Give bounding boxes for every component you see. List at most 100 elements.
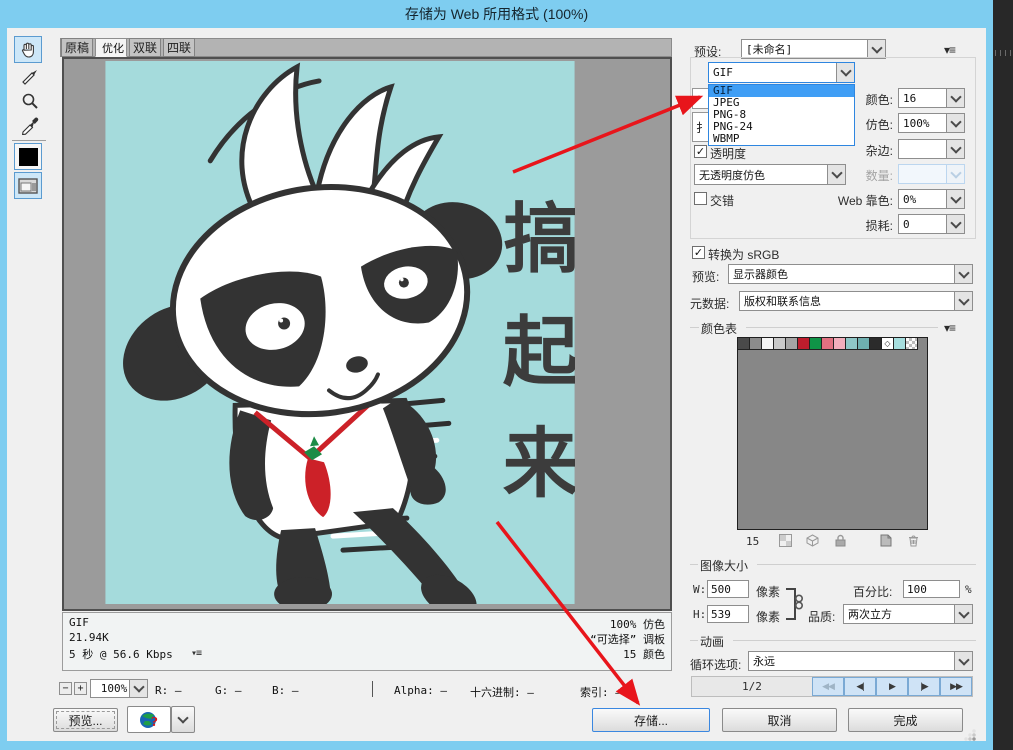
hand-icon <box>19 41 37 59</box>
convert-srgb-checkbox[interactable] <box>692 246 705 259</box>
resize-grip[interactable] <box>960 728 978 742</box>
tab-2up[interactable]: 双联 <box>129 38 161 57</box>
first-frame-button[interactable]: ◀◀ <box>812 677 844 696</box>
slice-select-tool-button[interactable] <box>16 63 44 90</box>
save-button[interactable]: 存储... <box>592 708 710 732</box>
web-shift-icon[interactable] <box>806 534 820 547</box>
color-table-menu-icon[interactable]: ▾≡ <box>944 321 955 335</box>
width-unit: 像素 <box>756 583 780 600</box>
quality-label: 品质: <box>808 608 835 625</box>
chain-link-icon[interactable] <box>794 594 804 610</box>
matte-select[interactable] <box>898 139 965 159</box>
toggle-slices-visibility-button[interactable] <box>14 172 42 199</box>
chevron-down-icon <box>827 165 845 184</box>
color-swatch[interactable] <box>822 338 834 350</box>
last-frame-button[interactable]: ▶▶ <box>940 677 972 696</box>
zoom-out-button[interactable]: − <box>59 682 72 695</box>
current-color-black <box>19 148 38 166</box>
percent-input[interactable] <box>903 580 960 598</box>
previous-frame-button[interactable]: ◀| <box>844 677 876 696</box>
status-dither: 100% 仿色 <box>610 616 665 632</box>
color-swatch[interactable] <box>858 338 870 350</box>
preset-menu-icon[interactable]: ▾≡ <box>944 43 955 57</box>
color-swatch[interactable] <box>750 338 762 350</box>
color-swatch[interactable] <box>834 338 846 350</box>
preview-mode-select[interactable]: 显示器颜色 <box>728 264 973 284</box>
transparency-checkbox[interactable] <box>694 145 707 158</box>
quality-select[interactable]: 两次立方 <box>843 604 973 624</box>
delete-color-icon[interactable] <box>907 534 921 547</box>
height-label: H: <box>693 608 706 621</box>
chevron-down-icon <box>954 292 972 310</box>
dither-select[interactable]: 100% <box>898 113 965 133</box>
readout-alpha: Alpha: — <box>394 684 447 697</box>
color-swatch[interactable] <box>810 338 822 350</box>
interlaced-label: 交错 <box>710 192 734 209</box>
web-snap-label: Web 靠色: <box>820 192 893 209</box>
chevron-down-icon <box>946 89 964 107</box>
browser-select-button[interactable]: ? <box>127 706 171 733</box>
tab-original[interactable]: 原稿 <box>61 38 93 57</box>
section-line <box>746 327 938 328</box>
color-swatch[interactable] <box>738 338 750 350</box>
eyedropper-tool-button[interactable] <box>16 111 44 138</box>
color-swatch[interactable] <box>846 338 858 350</box>
chevron-down-icon <box>954 265 972 283</box>
metadata-select[interactable]: 版权和联系信息 <box>739 291 973 311</box>
color-swatch[interactable] <box>798 338 810 350</box>
lossy-label: 损耗: <box>820 217 893 234</box>
readout-hex: 十六进制: — <box>470 684 534 700</box>
slice-select-icon <box>20 67 40 87</box>
caption-char-1: 搞 <box>504 198 575 283</box>
color-swatch[interactable] <box>774 338 786 350</box>
cancel-button[interactable]: 取消 <box>722 708 837 732</box>
color-swatch[interactable]: ◇ <box>882 338 894 350</box>
hand-tool-button[interactable] <box>14 36 42 63</box>
zoom-level-select[interactable]: 100% <box>90 679 148 698</box>
done-button[interactable]: 完成 <box>848 708 963 732</box>
next-frame-button[interactable]: |▶ <box>908 677 940 696</box>
format-option-wbmp[interactable]: WBMP <box>709 133 854 145</box>
transparency-label: 透明度 <box>710 145 746 162</box>
color-swatch[interactable] <box>762 338 774 350</box>
zoom-tool-button[interactable] <box>16 87 44 114</box>
chevron-down-icon <box>129 680 147 697</box>
color-swatch[interactable] <box>894 338 906 350</box>
tab-4up[interactable]: 四联 <box>163 38 195 57</box>
obscured-control-fragment <box>692 88 709 109</box>
loop-options-select[interactable]: 永远 <box>748 651 973 671</box>
width-label: W: <box>693 583 706 596</box>
play-button[interactable]: ▶ <box>876 677 908 696</box>
height-input[interactable] <box>707 605 749 623</box>
readout-g: G: — <box>215 684 242 697</box>
lossy-select[interactable]: 0 <box>898 214 965 234</box>
title-bar[interactable]: 存储为 Web 所用格式 (100%) <box>0 0 993 28</box>
preset-select[interactable]: [未命名] <box>741 39 886 59</box>
color-swatch[interactable] <box>906 338 918 350</box>
color-table[interactable]: ◇ <box>737 337 928 530</box>
preview-in-browser-button[interactable]: 预览... <box>53 708 118 732</box>
color-swatch[interactable] <box>870 338 882 350</box>
color-swatch[interactable] <box>786 338 798 350</box>
status-menu-icon[interactable]: ▾≡ <box>191 648 201 659</box>
format-select[interactable]: GIF <box>708 62 855 83</box>
browser-select-chevron[interactable] <box>171 706 195 733</box>
metadata-label: 元数据: <box>690 295 729 312</box>
svg-text:?: ? <box>151 715 158 730</box>
snap-transparency-icon[interactable] <box>779 534 793 547</box>
width-input[interactable] <box>707 580 749 598</box>
eyedropper-color-swatch[interactable] <box>14 143 42 170</box>
lock-color-icon[interactable] <box>834 534 848 547</box>
interlaced-checkbox[interactable] <box>694 192 707 205</box>
convert-srgb-label: 转换为 sRGB <box>708 246 779 263</box>
format-dropdown-list: GIFJPEGPNG-8PNG-24WBMP <box>708 84 855 146</box>
web-snap-select[interactable]: 0% <box>898 189 965 209</box>
transparency-dither-select[interactable]: 无透明度仿色 <box>694 164 846 185</box>
colors-select[interactable]: 16 <box>898 88 965 108</box>
new-color-icon[interactable] <box>879 534 893 547</box>
background-app-area <box>993 0 1013 750</box>
amount-select <box>898 164 965 184</box>
zoom-in-button[interactable]: + <box>74 682 87 695</box>
tab-optimized[interactable]: 优化 <box>95 38 127 57</box>
chevron-down-icon <box>946 140 964 158</box>
